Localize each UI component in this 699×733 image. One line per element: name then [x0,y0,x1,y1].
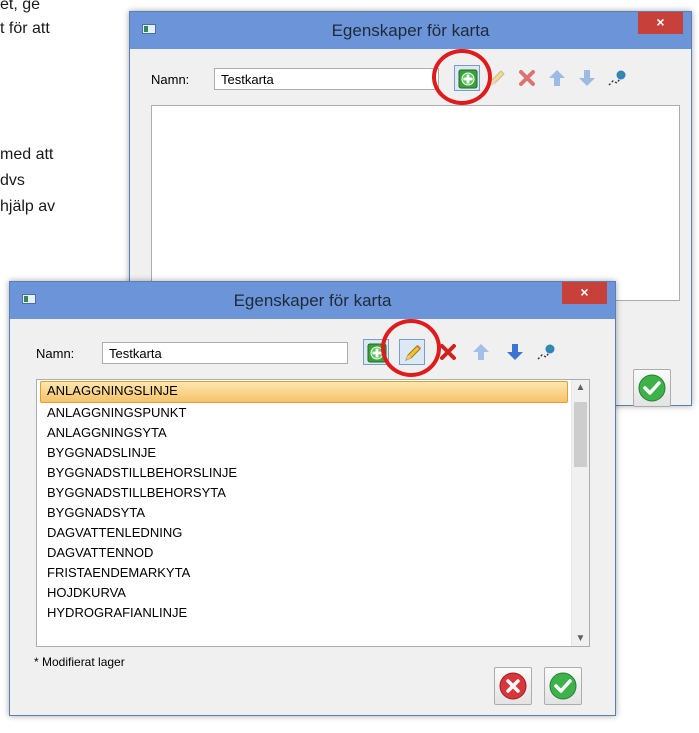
highlight-circle-edit [381,319,441,377]
back-delete-layer-button[interactable] [514,65,540,91]
front-close-button[interactable]: × [562,282,607,304]
ok-check-icon [549,672,577,700]
background-text-line: et, ge [0,0,41,13]
front-window-title: Egenskaper för karta [233,291,392,310]
ok-check-icon [638,374,666,402]
layer-list-item[interactable]: ANLAGGNINGSYTA [37,423,572,443]
modified-layer-footnote: * Modifierat lager [34,655,125,669]
back-layer-list[interactable] [151,105,680,301]
front-dialog-window: Egenskaper för karta × Namn: ANLAGGNINGS… [9,281,616,716]
background-text-line: med att [0,146,54,163]
back-layer-properties-button[interactable] [604,65,630,91]
layer-list-item[interactable]: BYGGNADSLINJE [37,443,572,463]
layer-list-item[interactable]: BYGGNADSTILLBEHORSYTA [37,483,572,503]
layer-list-item[interactable]: BYGGNADSYTA [37,503,572,523]
layer-list-item[interactable]: ANLAGGNINGSPUNKT [37,403,572,423]
background-text-line: hjälp av [0,198,56,215]
highlight-circle-add [432,49,492,105]
scroll-down-arrow-icon[interactable]: ▼ [572,633,589,644]
front-move-up-button[interactable] [468,339,494,365]
move-down-arrow-icon [579,70,595,86]
move-down-arrow-icon [507,344,523,360]
map-layer-icon [537,344,555,360]
scrollbar-thumb[interactable] [574,402,587,467]
front-name-input[interactable] [102,342,348,364]
layer-list-item[interactable]: HOJDKURVA [37,583,572,603]
move-up-arrow-icon [473,344,489,360]
layer-list-item[interactable]: HYDROGRAFIANLINJE [37,603,572,623]
ok-button[interactable] [544,667,582,705]
back-move-up-button[interactable] [544,65,570,91]
back-close-button[interactable]: × [638,12,683,34]
layer-list-item[interactable]: FRISTAENDEMARKYTA [37,563,572,583]
front-name-label: Namn: [36,346,75,361]
layer-list-item[interactable]: DAGVATTENLEDNING [37,523,572,543]
cancel-x-icon [499,672,527,700]
back-move-down-button[interactable] [574,65,600,91]
layer-list-item[interactable]: BYGGNADSTILLBEHORSLINJE [37,463,572,483]
background-text-line: dvs [0,172,25,189]
back-ok-button[interactable] [633,369,671,407]
front-content-area: Namn: ANLAGGNINGSLINJEANLAGGNINGSPUNKTAN… [18,319,607,707]
vertical-scrollbar[interactable]: ▲ ▼ [571,380,589,646]
cancel-button[interactable] [494,667,532,705]
front-layer-properties-button[interactable] [533,339,559,365]
scroll-up-arrow-icon[interactable]: ▲ [572,382,589,393]
back-window-title: Egenskaper för karta [331,21,490,40]
move-up-arrow-icon [549,70,565,86]
layer-list[interactable]: ANLAGGNINGSLINJE ANLAGGNINGSPUNKT ANLAGGNI… [36,379,590,647]
delete-x-icon [440,344,456,360]
back-name-label: Namn: [151,72,190,87]
layer-list-item-selected[interactable]: ANLAGGNINGSLINJE [40,381,568,403]
delete-x-icon [519,70,535,86]
front-move-down-button[interactable] [502,339,528,365]
layer-list-items: ANLAGGNINGSLINJE ANLAGGNINGSPUNKT ANLAGGNI… [37,380,572,623]
background-text-line: t för att [0,20,50,37]
layer-list-item[interactable]: DAGVATTENNOD [37,543,572,563]
back-name-input[interactable] [214,68,439,90]
map-layer-icon [608,70,626,86]
